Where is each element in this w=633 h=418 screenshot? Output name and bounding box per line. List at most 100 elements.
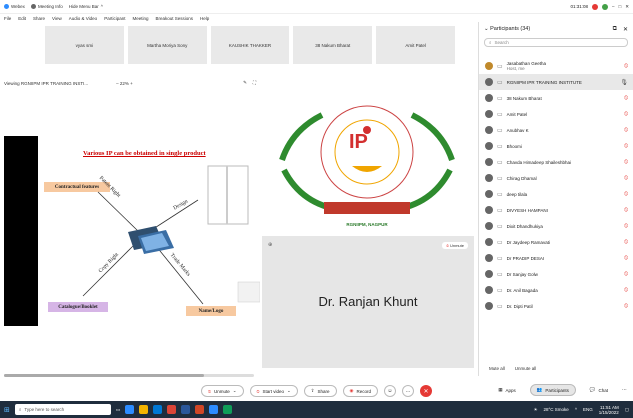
taskbar-search-input[interactable]: ⌕ Type here to search (14, 404, 111, 415)
mic-muted-icon: ⦸ (208, 388, 211, 394)
start-video-button[interactable]: ⦸ Start video ⌄ (249, 385, 298, 397)
store-icon[interactable] (153, 405, 163, 414)
participant-row[interactable]: ▭ Dr PRADIP DESAI ⦸ (479, 250, 633, 266)
mic-muted-icon[interactable]: ⦸ (624, 143, 628, 150)
mic-muted-icon[interactable]: ⦸ (624, 127, 628, 134)
chrome-icon[interactable] (167, 405, 177, 414)
horizontal-scrollbar[interactable] (4, 374, 254, 377)
video-tile[interactable]: Amit Patel (376, 26, 455, 64)
participant-row[interactable]: ▭ Dr. Anil Bagada ⦸ (479, 282, 633, 298)
close-icon[interactable]: ✕ (625, 4, 629, 10)
mic-muted-icon[interactable]: ⦸ (624, 111, 628, 118)
mic-on-icon[interactable]: 🎙 (620, 79, 628, 86)
unmute-all-button[interactable]: Unmute all (515, 366, 537, 371)
video-status-icon: ▭ (497, 127, 503, 134)
participant-row[interactable]: ▭ Chirag Dhamal ⦸ (479, 170, 633, 186)
fullscreen-icon[interactable]: ⛶ (253, 80, 256, 86)
zoom-control[interactable]: – 22% + (116, 81, 133, 86)
participant-row[interactable]: ▭ deep tilala ⦸ (479, 186, 633, 202)
mic-muted-icon[interactable]: ⦸ (624, 271, 628, 278)
participant-row[interactable]: ▭ Chavda Himadeep Shaileshbhai ⦸ (479, 154, 633, 170)
leave-meeting-button[interactable]: ✕ (419, 385, 432, 397)
hide-menu-button[interactable]: Hide Menu Bar ^ (69, 4, 103, 9)
menu-breakout[interactable]: Breakout Sessions (155, 16, 193, 21)
webex-app[interactable]: Webex (4, 4, 25, 9)
mic-muted-icon[interactable]: ⦸ (624, 239, 628, 246)
participant-row[interactable]: ▭ Dr Jaydeep Ramavati ⦸ (479, 234, 633, 250)
zoom-in-icon[interactable]: + (130, 81, 133, 86)
menu-share[interactable]: Share (33, 16, 45, 21)
chevron-down-icon[interactable]: ⌄ (233, 388, 237, 394)
menu-edit[interactable]: Edit (18, 16, 26, 21)
speaker-unmute-badge[interactable]: ⦸ Unmute (442, 242, 468, 249)
participant-search-input[interactable]: ⌕ Search (484, 38, 628, 47)
share-button[interactable]: ⇪ Share (303, 385, 337, 397)
video-tile[interactable]: KAUSHIK THAKKER (210, 26, 290, 64)
menu-meeting[interactable]: Meeting (132, 16, 148, 21)
tray-chevron-icon[interactable]: ^ (575, 407, 577, 412)
video-tile[interactable]: 38 Nakum Bharat (293, 26, 373, 64)
participant-row[interactable]: ▭ Anubhav K ⦸ (479, 122, 633, 138)
popout-icon[interactable]: ⧉ (613, 26, 617, 33)
chevron-down-icon[interactable]: ⌄ (484, 26, 489, 32)
webex-taskbar-icon[interactable] (209, 405, 219, 414)
more-icon[interactable]: ⋯ (622, 387, 627, 393)
mic-muted-icon[interactable]: ⦸ (624, 255, 628, 262)
app-icon[interactable] (223, 405, 233, 414)
powerpoint-icon[interactable] (195, 405, 205, 414)
minimize-icon[interactable]: – (612, 4, 615, 9)
windows-start-icon[interactable]: ⊞ (4, 406, 10, 414)
clock[interactable]: 11:51 AM 1/15/2022 (599, 405, 619, 415)
mic-muted-icon[interactable]: ⦸ (624, 191, 628, 198)
video-tile[interactable]: vyas smi (45, 26, 124, 64)
mic-muted-icon[interactable]: ⦸ (624, 175, 628, 182)
meeting-info-button[interactable]: Meeting Info (30, 4, 63, 9)
menu-help[interactable]: Help (200, 16, 209, 21)
close-panel-icon[interactable]: ✕ (623, 26, 628, 33)
annotate-icon[interactable]: ✎ (243, 80, 247, 86)
video-tile[interactable]: Martha Moriya Sony (127, 26, 207, 64)
maximize-icon[interactable]: □ (619, 4, 622, 9)
scrollbar-thumb[interactable] (4, 374, 204, 377)
participant-name: RGNIIPM IPR TRAINING INSTITUTE (506, 79, 582, 85)
participants-button[interactable]: 👥 Participants (529, 384, 576, 396)
mic-muted-icon[interactable]: ⦸ (624, 287, 628, 294)
menu-file[interactable]: File (4, 16, 11, 21)
menu-view[interactable]: View (52, 16, 62, 21)
file-explorer-icon[interactable] (139, 405, 149, 414)
participant-row[interactable]: ▭ Jasabathan Geetha Host, me ⦸ (479, 58, 633, 74)
task-view-icon[interactable]: ▭ (116, 407, 120, 413)
avatar (485, 94, 493, 102)
menu-participant[interactable]: Participant (104, 16, 125, 21)
participant-row[interactable]: ▭ Dr Sanjay Golw ⦸ (479, 266, 633, 282)
participant-row[interactable]: ▭ Dr. Dipti Patil ⦸ (479, 298, 633, 314)
participant-row[interactable]: ▭ RGNIIPM IPR TRAINING INSTITUTE 🎙 (479, 74, 633, 90)
edge-icon[interactable] (125, 405, 135, 414)
word-icon[interactable] (181, 405, 191, 414)
unmute-button[interactable]: ⦸ Unmute ⌄ (201, 385, 244, 397)
apps-button[interactable]: ▦ Apps (492, 384, 522, 396)
zoom-out-icon[interactable]: – (116, 81, 119, 86)
participant-row[interactable]: ▭ 38 Nakum Bharat ⦸ (479, 90, 633, 106)
participant-row[interactable]: ▭ Bhoomi ⦸ (479, 138, 633, 154)
mic-muted-icon[interactable]: ⦸ (624, 63, 628, 70)
mic-muted-icon[interactable]: ⦸ (624, 159, 628, 166)
language-indicator[interactable]: ENG (583, 407, 593, 412)
participant-row[interactable]: ▭ Amit Patel ⦸ (479, 106, 633, 122)
participant-row[interactable]: ▭ DIVYESH HAMPANI ⦸ (479, 202, 633, 218)
menu-audio-video[interactable]: Audio & Video (69, 16, 97, 21)
mic-muted-icon[interactable]: ⦸ (624, 95, 628, 102)
mic-muted-icon[interactable]: ⦸ (624, 303, 628, 310)
mute-all-button[interactable]: Mute all (489, 366, 505, 371)
chevron-down-icon[interactable]: ⌄ (287, 388, 291, 394)
participant-name: Bhoomi (506, 143, 522, 149)
reactions-button[interactable]: ☺ (383, 385, 396, 397)
shared-content: Various IP can be obtained in single pro… (4, 136, 260, 326)
mic-muted-icon[interactable]: ⦸ (624, 207, 628, 214)
more-options-button[interactable]: … (401, 385, 414, 397)
mic-muted-icon[interactable]: ⦸ (624, 223, 628, 230)
record-button[interactable]: ◉ Record (342, 385, 378, 397)
notification-icon[interactable]: ▢ (625, 407, 629, 413)
participant-row[interactable]: ▭ Dixit Dhandhukiya ⦸ (479, 218, 633, 234)
chat-button[interactable]: 💬 Chat (583, 384, 614, 396)
